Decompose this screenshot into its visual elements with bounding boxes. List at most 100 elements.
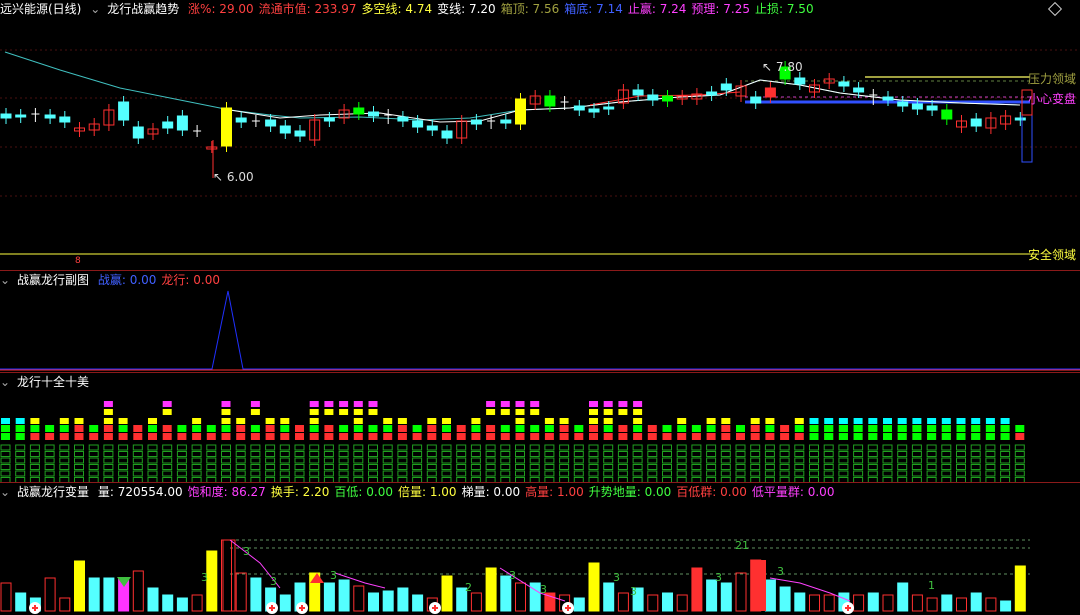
red-block: [339, 433, 349, 440]
volume-bar: [691, 567, 703, 612]
grid-cell: [647, 470, 658, 477]
grid-cell: [470, 470, 481, 477]
grid-cell: [735, 457, 746, 464]
red-block: [427, 433, 437, 440]
grid-cell: [0, 444, 11, 451]
grid-cell: [485, 457, 496, 464]
grid-cell: [147, 470, 158, 477]
grid-cell: [176, 444, 187, 451]
sub1-title[interactable]: 战赢龙行副图: [17, 273, 89, 287]
grid-cell: [162, 464, 173, 470]
grid-cell: [926, 451, 937, 457]
grid-cell: [515, 444, 525, 451]
chevron-down-icon[interactable]: ⌄: [0, 483, 12, 501]
block: [412, 425, 422, 432]
candle-body: [941, 109, 953, 120]
grid-cell: [456, 457, 467, 464]
yellow-block: [427, 418, 437, 424]
candle-body: [118, 101, 130, 121]
grid-cell: [632, 457, 643, 464]
block: [956, 433, 966, 440]
grid-cell: [956, 470, 966, 477]
block: [780, 425, 790, 432]
grid-cell: [985, 444, 996, 451]
grid-cell: [941, 464, 952, 470]
count-label: 3: [540, 583, 547, 596]
grid-cell: [750, 444, 761, 451]
main-indicator-values: 涨%: 29.00 流通市值: 233.97 多空线: 4.74 变线: 7.20 箱顶…: [188, 2, 819, 16]
red-block: [456, 433, 466, 440]
red-block: [162, 433, 172, 440]
grid-cell: [720, 470, 731, 477]
grid-cell: [706, 470, 717, 477]
grid-cell: [59, 464, 70, 470]
grid-cell: [764, 470, 775, 477]
block: [15, 433, 25, 440]
yellow-block: [486, 409, 496, 415]
yellow-block: [515, 418, 525, 424]
block: [897, 425, 907, 432]
red-block: [397, 433, 407, 440]
block: [206, 425, 216, 432]
grid-cell: [515, 464, 525, 470]
grid-cell: [867, 457, 878, 464]
sub2-title[interactable]: 龙行十全十美: [17, 375, 89, 389]
block: [500, 425, 510, 432]
candlestick-chart[interactable]: [0, 0, 1080, 270]
grid-cell: [926, 464, 937, 470]
count-label: 1: [928, 579, 935, 592]
red-block: [192, 433, 202, 440]
sub-chart-2[interactable]: ⌄ 龙行十全十美: [0, 373, 1080, 482]
grid-cell: [573, 451, 584, 457]
block: [794, 425, 804, 432]
volume-bar: [279, 594, 291, 612]
cyan-block: [956, 418, 966, 424]
grid-cell: [118, 470, 129, 477]
grid-cell: [853, 444, 864, 451]
candle-body: [970, 118, 982, 127]
chevron-down-icon[interactable]: ⌄: [0, 373, 12, 391]
grid-cell: [118, 457, 129, 464]
chevron-down-icon[interactable]: ⌄: [0, 271, 12, 289]
cyan-block: [868, 418, 878, 424]
grid-cell: [44, 470, 55, 477]
grid-cell: [59, 470, 70, 477]
grid-cell: [735, 470, 746, 477]
grid-cell: [632, 464, 643, 470]
yellow-block: [221, 418, 231, 424]
stock-name[interactable]: 远兴能源(日线): [0, 2, 81, 16]
sub-chart-1[interactable]: ⌄ 战赢龙行副图 战赢: 0.00 龙行: 0.00: [0, 271, 1080, 372]
chevron-down-icon[interactable]: ⌄: [90, 0, 102, 18]
grid-cell: [29, 470, 40, 477]
indicator-field: 梯量: 0.00: [461, 485, 521, 499]
count-label: 3: [243, 545, 250, 558]
block: [1, 425, 10, 432]
grid-cell: [617, 451, 628, 457]
grid-cell: [764, 451, 775, 457]
grid-cell: [441, 464, 452, 470]
sub2-block-chart: [0, 401, 1025, 482]
red-block: [765, 433, 775, 440]
main-chart-panel[interactable]: 远兴能源(日线) ⌄ 龙行战赢趋势 涨%: 29.00 流通市值: 233.97 多空…: [0, 0, 1080, 270]
grid-cell: [1000, 444, 1011, 451]
magenta-block: [515, 401, 525, 407]
yellow-block: [589, 418, 598, 424]
indicator-name[interactable]: 龙行战赢趋势: [107, 2, 179, 16]
grid-cell: [779, 470, 790, 477]
grid-cell: [132, 451, 143, 457]
grid-cell: [265, 451, 276, 457]
grid-cell: [221, 464, 231, 470]
grid-cell: [926, 470, 937, 477]
sub3-title[interactable]: 战赢龙行变量: [17, 485, 89, 499]
red-block: [412, 433, 422, 440]
sub1-values: 战赢: 0.00 龙行: 0.00: [98, 273, 225, 287]
grid-cell: [147, 444, 158, 451]
block: [691, 425, 701, 432]
candle-body: [647, 94, 659, 101]
grid-cell: [470, 464, 481, 470]
grid-cell: [897, 464, 908, 470]
grid-cell: [191, 470, 202, 477]
red-block: [309, 433, 319, 440]
sub-chart-3[interactable]: 3 3 3 3 2 3 3 3 3 21 3 3 1 ⌄ 战赢龙行变量 量: 720554.00 饱和度: …: [0, 483, 1080, 615]
volume-bar: [382, 590, 394, 612]
